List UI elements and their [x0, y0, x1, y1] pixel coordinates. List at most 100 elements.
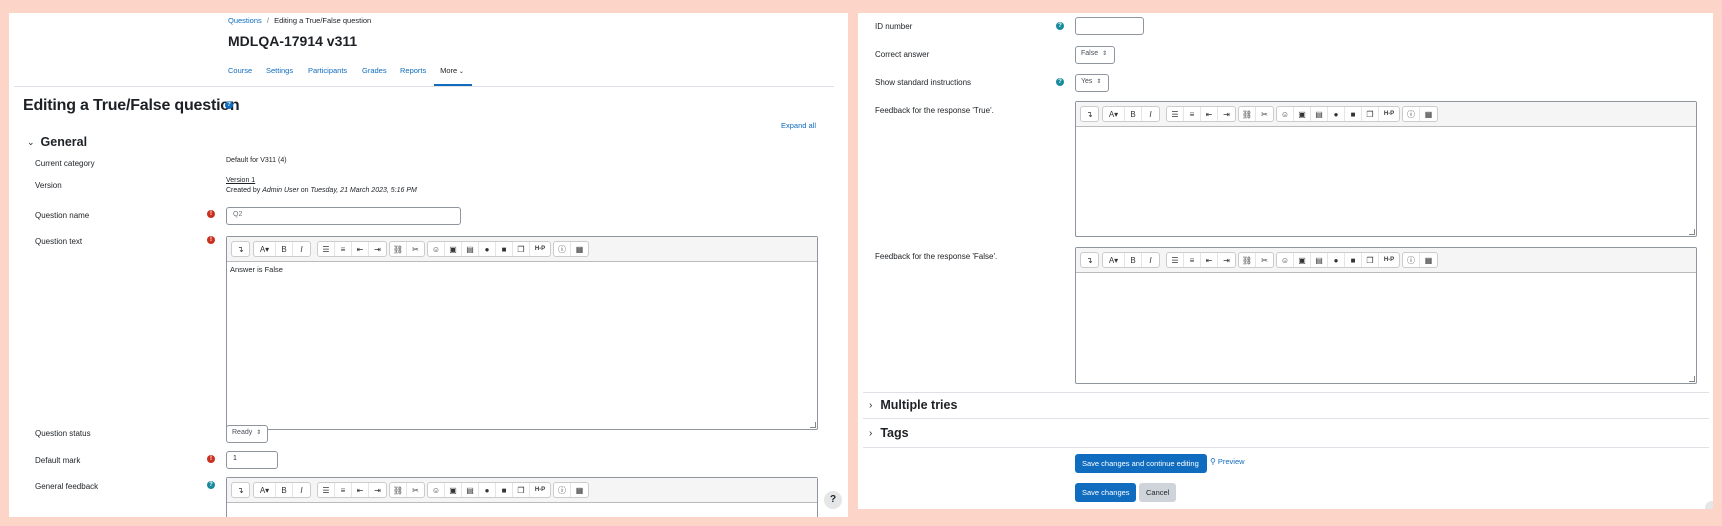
font-style-icon[interactable]: A▾ — [254, 242, 276, 256]
record-video-icon[interactable]: ■ — [1345, 107, 1362, 121]
accessibility-checker-icon[interactable]: ⓘ — [1403, 253, 1420, 267]
accessibility-checker-icon[interactable]: ⓘ — [1403, 107, 1420, 121]
breadcrumb-questions-link[interactable]: Questions — [228, 16, 262, 25]
record-audio-icon[interactable]: ● — [479, 242, 496, 256]
unordered-list-icon[interactable]: ☰ — [1167, 107, 1184, 121]
feedback-true-editor[interactable]: ↴ A▾ B I ☰ ≡ ⇤ ⇥ ⛓ ✂ ☺ ▣ ▤ ● ■ ❐ H-P ⓘ ▦ — [1075, 101, 1697, 237]
record-video-icon[interactable]: ■ — [1345, 253, 1362, 267]
h5p-icon[interactable]: H-P — [530, 242, 550, 256]
italic-icon[interactable]: I — [293, 242, 310, 256]
id-number-input[interactable] — [1075, 17, 1144, 35]
indent-icon[interactable]: ⇤ — [352, 242, 369, 256]
table-icon[interactable]: ▦ — [1420, 107, 1437, 121]
record-audio-icon[interactable]: ● — [1328, 107, 1345, 121]
unlink-icon[interactable]: ✂ — [1256, 107, 1273, 121]
unlink-icon[interactable]: ✂ — [407, 483, 424, 497]
feedback-false-editor[interactable]: ↴ A▾ B I ☰ ≡ ⇤ ⇥ ⛓ ✂ ☺ ▣ ▤ ● ■ ❐ H-P ⓘ ▦ — [1075, 247, 1697, 384]
tab-reports[interactable]: Reports — [400, 66, 426, 75]
accessibility-checker-icon[interactable]: ⓘ — [554, 242, 571, 256]
record-video-icon[interactable]: ■ — [496, 242, 513, 256]
tab-settings[interactable]: Settings — [266, 66, 293, 75]
help-icon[interactable]: ? — [207, 481, 215, 489]
image-icon[interactable]: ▣ — [1294, 253, 1311, 267]
font-style-icon[interactable]: A▾ — [254, 483, 276, 497]
outdent-icon[interactable]: ⇥ — [369, 483, 386, 497]
media-icon[interactable]: ▤ — [462, 483, 479, 497]
link-icon[interactable]: ⛓ — [390, 242, 407, 256]
question-name-input[interactable]: Q2 — [226, 207, 461, 225]
collapse-icon[interactable]: ↴ — [1081, 253, 1098, 267]
image-icon[interactable]: ▣ — [445, 483, 462, 497]
tab-more[interactable]: More ⌄ — [433, 62, 471, 80]
ordered-list-icon[interactable]: ≡ — [1184, 253, 1201, 267]
media-icon[interactable]: ▤ — [1311, 107, 1328, 121]
unordered-list-icon[interactable]: ☰ — [318, 483, 335, 497]
outdent-icon[interactable]: ⇥ — [369, 242, 386, 256]
collapse-icon[interactable]: ↴ — [232, 242, 249, 256]
multiple-tries-section-toggle[interactable]: › Multiple tries — [869, 398, 957, 412]
expand-all-link[interactable]: Expand all — [781, 121, 816, 130]
manage-files-icon[interactable]: ❐ — [1362, 107, 1379, 121]
bold-icon[interactable]: B — [276, 242, 293, 256]
help-icon[interactable]: ? — [1056, 22, 1064, 30]
resize-handle-icon[interactable] — [1689, 229, 1695, 235]
heading-help-icon[interactable]: ? — [225, 101, 233, 109]
indent-icon[interactable]: ⇤ — [1201, 107, 1218, 121]
ordered-list-icon[interactable]: ≡ — [335, 242, 352, 256]
link-icon[interactable]: ⛓ — [1239, 253, 1256, 267]
media-icon[interactable]: ▤ — [462, 242, 479, 256]
italic-icon[interactable]: I — [293, 483, 310, 497]
general-section-toggle[interactable]: ⌄ General — [27, 135, 87, 149]
manage-files-icon[interactable]: ❐ — [513, 483, 530, 497]
help-fab-button[interactable] — [1705, 501, 1713, 509]
emoji-icon[interactable]: ☺ — [428, 242, 445, 256]
unordered-list-icon[interactable]: ☰ — [1167, 253, 1184, 267]
unlink-icon[interactable]: ✂ — [1256, 253, 1273, 267]
image-icon[interactable]: ▣ — [1294, 107, 1311, 121]
general-feedback-editor[interactable]: ↴ A▾ B I ☰ ≡ ⇤ ⇥ ⛓ ✂ ☺ ▣ ▤ ● ■ ❐ H-P ⓘ ▦ — [226, 477, 818, 517]
link-icon[interactable]: ⛓ — [390, 483, 407, 497]
italic-icon[interactable]: I — [1142, 107, 1159, 121]
h5p-icon[interactable]: H-P — [530, 483, 550, 497]
h5p-icon[interactable]: H-P — [1379, 107, 1399, 121]
manage-files-icon[interactable]: ❐ — [513, 242, 530, 256]
resize-handle-icon[interactable] — [1689, 376, 1695, 382]
italic-icon[interactable]: I — [1142, 253, 1159, 267]
table-icon[interactable]: ▦ — [1420, 253, 1437, 267]
collapse-icon[interactable]: ↴ — [1081, 107, 1098, 121]
collapse-icon[interactable]: ↴ — [232, 483, 249, 497]
image-icon[interactable]: ▣ — [445, 242, 462, 256]
help-icon[interactable]: ? — [1056, 78, 1064, 86]
preview-link[interactable]: ⚲ Preview — [1210, 457, 1245, 466]
tab-grades[interactable]: Grades — [362, 66, 387, 75]
table-icon[interactable]: ▦ — [571, 483, 588, 497]
record-audio-icon[interactable]: ● — [1328, 253, 1345, 267]
tags-section-toggle[interactable]: › Tags — [869, 426, 909, 440]
show-instructions-select[interactable]: Yes ⇕ — [1075, 74, 1109, 92]
unlink-icon[interactable]: ✂ — [407, 242, 424, 256]
media-icon[interactable]: ▤ — [1311, 253, 1328, 267]
outdent-icon[interactable]: ⇥ — [1218, 253, 1235, 267]
question-text-content[interactable]: Answer is False — [227, 262, 817, 277]
save-continue-button[interactable]: Save changes and continue editing — [1075, 454, 1207, 473]
record-video-icon[interactable]: ■ — [496, 483, 513, 497]
correct-answer-select[interactable]: False ⇕ — [1075, 46, 1115, 64]
save-changes-button[interactable]: Save changes — [1075, 483, 1136, 502]
resize-handle-icon[interactable] — [810, 422, 816, 428]
font-style-icon[interactable]: A▾ — [1103, 107, 1125, 121]
accessibility-checker-icon[interactable]: ⓘ — [554, 483, 571, 497]
question-status-select[interactable]: Ready ⇕ — [226, 425, 268, 443]
indent-icon[interactable]: ⇤ — [352, 483, 369, 497]
default-mark-input[interactable]: 1 — [226, 451, 278, 469]
ordered-list-icon[interactable]: ≡ — [1184, 107, 1201, 121]
emoji-icon[interactable]: ☺ — [1277, 253, 1294, 267]
bold-icon[interactable]: B — [1125, 107, 1142, 121]
tab-participants[interactable]: Participants — [308, 66, 347, 75]
indent-icon[interactable]: ⇤ — [1201, 253, 1218, 267]
tab-course[interactable]: Course — [228, 66, 252, 75]
help-fab-button[interactable]: ? — [824, 491, 842, 509]
cancel-button[interactable]: Cancel — [1139, 483, 1176, 502]
link-icon[interactable]: ⛓ — [1239, 107, 1256, 121]
unordered-list-icon[interactable]: ☰ — [318, 242, 335, 256]
bold-icon[interactable]: B — [1125, 253, 1142, 267]
